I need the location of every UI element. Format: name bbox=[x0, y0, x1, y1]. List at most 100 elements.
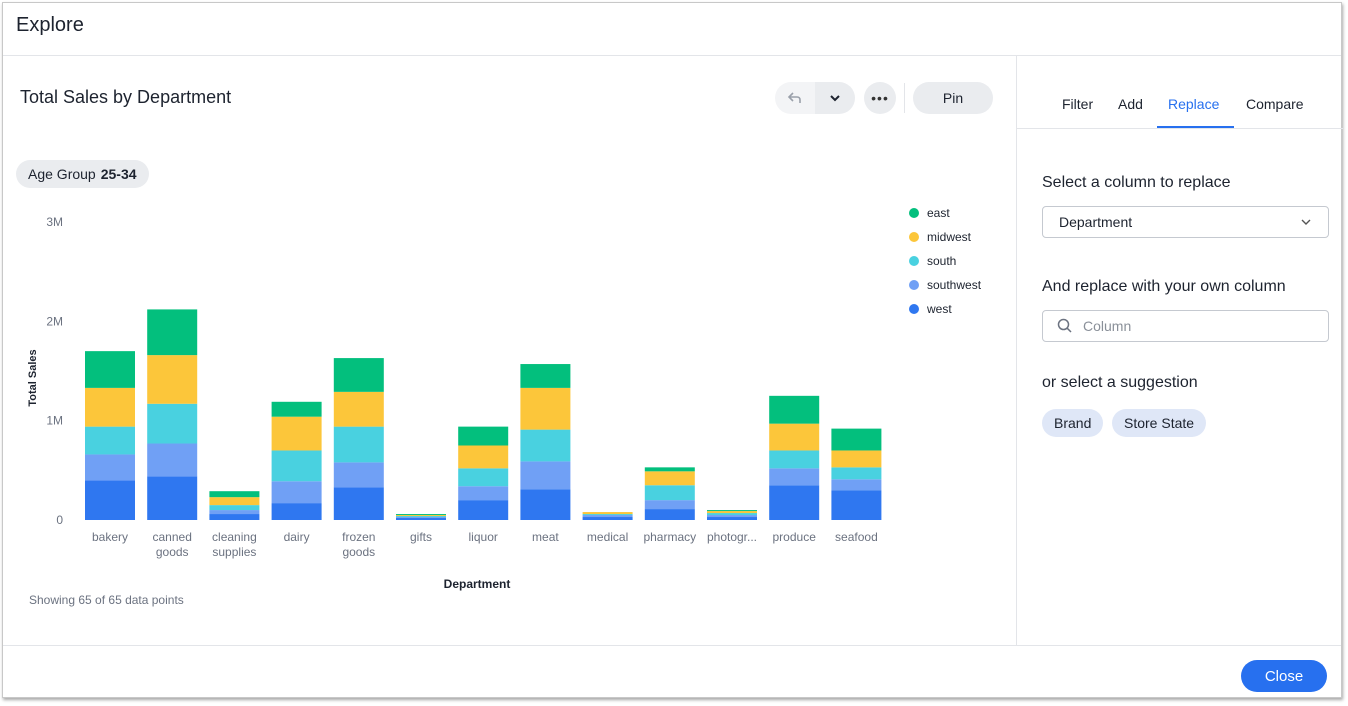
suggestion-brand[interactable]: Brand bbox=[1042, 409, 1104, 437]
bar-segment-east[interactable] bbox=[769, 395, 820, 424]
y-axis-label: Total Sales bbox=[27, 349, 39, 406]
bar-segment-east[interactable] bbox=[333, 358, 384, 392]
bar-segment-south[interactable] bbox=[147, 403, 198, 444]
legend-item-midwest[interactable]: midwest bbox=[909, 230, 972, 244]
legend-swatch bbox=[909, 304, 919, 314]
tab-replace[interactable]: Replace bbox=[1168, 96, 1219, 112]
bar-segment-southwest[interactable] bbox=[271, 481, 322, 504]
legend-item-south[interactable]: south bbox=[909, 254, 956, 268]
legend-swatch bbox=[909, 208, 919, 218]
tab-filter[interactable]: Filter bbox=[1062, 96, 1093, 112]
bar-segment-south[interactable] bbox=[769, 450, 820, 469]
bar-segment-west[interactable] bbox=[271, 503, 322, 520]
bar-segment-south[interactable] bbox=[831, 467, 882, 480]
bar-segment-south[interactable] bbox=[271, 450, 322, 482]
bar-segment-south[interactable] bbox=[85, 426, 135, 455]
bar-segment-midwest[interactable] bbox=[396, 515, 446, 517]
bar-segment-midwest[interactable] bbox=[707, 511, 757, 514]
x-tick-label: supplies bbox=[212, 545, 256, 559]
dialog-footer: Close bbox=[3, 645, 1341, 699]
bar-segment-east[interactable] bbox=[396, 514, 446, 516]
legend-label: southwest bbox=[927, 278, 982, 292]
bar-segment-east[interactable] bbox=[209, 491, 260, 498]
bar-segment-southwest[interactable] bbox=[333, 462, 384, 488]
column-search-input[interactable] bbox=[1083, 318, 1303, 334]
y-tick-label: 0 bbox=[56, 513, 63, 527]
x-tick-label: dairy bbox=[284, 530, 310, 544]
bar-segment-east[interactable] bbox=[707, 510, 757, 512]
bar-segment-west[interactable] bbox=[209, 514, 260, 520]
bar-segment-midwest[interactable] bbox=[769, 423, 820, 451]
legend-swatch bbox=[909, 232, 919, 242]
bar-segment-south[interactable] bbox=[582, 514, 633, 516]
x-tick-label: canned bbox=[153, 530, 192, 544]
bar-segment-south[interactable] bbox=[458, 468, 509, 487]
bar-segment-west[interactable] bbox=[396, 518, 446, 520]
bar-segment-east[interactable] bbox=[458, 426, 509, 446]
bar-segment-southwest[interactable] bbox=[520, 461, 571, 490]
bar-segment-midwest[interactable] bbox=[333, 391, 384, 427]
dialog-title: Explore bbox=[16, 14, 84, 36]
tab-compare[interactable]: Compare bbox=[1246, 96, 1304, 112]
bar-segment-midwest[interactable] bbox=[582, 512, 633, 515]
bar-segment-west[interactable] bbox=[769, 485, 820, 520]
legend-label: west bbox=[926, 302, 952, 316]
bar-segment-midwest[interactable] bbox=[147, 355, 198, 404]
bar-segment-east[interactable] bbox=[271, 401, 322, 417]
y-tick-label: 2M bbox=[46, 314, 63, 328]
close-button[interactable]: Close bbox=[1241, 660, 1327, 692]
suggestion-store-state[interactable]: Store State bbox=[1112, 409, 1207, 437]
bar-segment-midwest[interactable] bbox=[85, 387, 135, 427]
bar-segment-east[interactable] bbox=[147, 309, 198, 356]
bar-segment-south[interactable] bbox=[333, 426, 384, 463]
bar-segment-southwest[interactable] bbox=[85, 454, 135, 481]
bar-segment-west[interactable] bbox=[831, 490, 882, 520]
bar-segment-east[interactable] bbox=[85, 351, 135, 388]
bar-segment-south[interactable] bbox=[644, 485, 695, 501]
bar-segment-midwest[interactable] bbox=[644, 471, 695, 486]
bar-segment-midwest[interactable] bbox=[458, 445, 509, 469]
bar-segment-south[interactable] bbox=[707, 513, 757, 516]
bar-segment-midwest[interactable] bbox=[271, 416, 322, 451]
y-tick-label: 1M bbox=[46, 414, 63, 428]
x-tick-label: bakery bbox=[92, 530, 128, 544]
bar-segment-south[interactable] bbox=[209, 505, 260, 511]
bar-segment-midwest[interactable] bbox=[520, 387, 571, 430]
replace-column-label: And replace with your own column bbox=[1042, 278, 1286, 295]
legend-swatch bbox=[909, 256, 919, 266]
bar-segment-southwest[interactable] bbox=[147, 443, 198, 477]
bar-segment-west[interactable] bbox=[458, 500, 509, 520]
bar-segment-midwest[interactable] bbox=[209, 497, 260, 506]
legend-item-east[interactable]: east bbox=[909, 206, 950, 220]
bar-segment-southwest[interactable] bbox=[707, 515, 757, 518]
bar-segment-west[interactable] bbox=[707, 517, 757, 520]
legend-item-southwest[interactable]: southwest bbox=[909, 278, 982, 292]
x-tick-label: pharmacy bbox=[643, 530, 696, 544]
x-tick-label: frozen bbox=[342, 530, 375, 544]
bar-segment-east[interactable] bbox=[644, 467, 695, 472]
bar-segment-east[interactable] bbox=[520, 364, 571, 388]
bar-segment-south[interactable] bbox=[396, 516, 446, 518]
bar-segment-west[interactable] bbox=[582, 517, 633, 520]
bar-segment-west[interactable] bbox=[333, 487, 384, 520]
tab-add[interactable]: Add bbox=[1118, 96, 1143, 112]
bar-segment-southwest[interactable] bbox=[769, 468, 820, 486]
bar-segment-southwest[interactable] bbox=[582, 515, 633, 518]
bar-segment-southwest[interactable] bbox=[644, 500, 695, 510]
bar-segment-southwest[interactable] bbox=[396, 517, 446, 519]
bar-segment-southwest[interactable] bbox=[209, 510, 260, 515]
bar-segment-south[interactable] bbox=[520, 429, 571, 462]
legend-label: south bbox=[927, 254, 956, 268]
column-select[interactable]: Department bbox=[1042, 206, 1329, 238]
bar-segment-west[interactable] bbox=[644, 509, 695, 520]
legend-item-west[interactable]: west bbox=[909, 302, 952, 316]
bar-segment-southwest[interactable] bbox=[831, 479, 882, 491]
bar-segment-west[interactable] bbox=[147, 476, 198, 520]
bar-segment-southwest[interactable] bbox=[458, 486, 509, 501]
bar-segment-west[interactable] bbox=[520, 489, 571, 520]
legend-label: midwest bbox=[927, 230, 972, 244]
bar-segment-west[interactable] bbox=[85, 480, 135, 520]
bar-segment-east[interactable] bbox=[831, 428, 882, 451]
x-tick-label: gifts bbox=[410, 530, 432, 544]
bar-segment-midwest[interactable] bbox=[831, 450, 882, 468]
